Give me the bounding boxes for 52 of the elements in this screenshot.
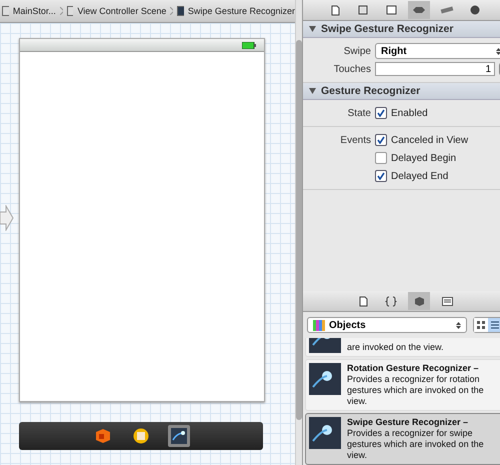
disclosure-triangle-icon[interactable]: [309, 26, 316, 32]
field-label: Touches: [332, 64, 371, 74]
view-mode-button[interactable]: [488, 318, 500, 332]
chevron-icon: [60, 7, 63, 15]
chevron-icon: [170, 7, 174, 15]
checkmark-icon: [377, 172, 385, 180]
library-icon: [313, 320, 325, 330]
touches-field[interactable]: 1: [375, 62, 495, 76]
file-icon: [358, 296, 368, 306]
grid-icon: [477, 321, 485, 329]
checkbox-label: Canceled in View: [391, 134, 468, 146]
field-label: Swipe: [342, 46, 371, 56]
checkmark-icon: [377, 136, 385, 144]
gesture-thumbnail-icon: [309, 338, 341, 353]
checkbox[interactable]: [375, 170, 387, 182]
updown-icon: [496, 46, 500, 56]
checkbox[interactable]: [375, 152, 387, 164]
checkbox-label: Delayed End: [391, 170, 448, 182]
item-description: are invoked on the view.: [347, 342, 444, 353]
checkbox-label: Delayed Begin: [391, 152, 456, 164]
objects-popup[interactable]: Objects: [307, 317, 467, 333]
checkbox-label: Enabled: [391, 108, 428, 118]
checkbox[interactable]: [375, 134, 387, 146]
library-item[interactable]: are invoked on the view.: [305, 338, 500, 357]
square-circle-icon: [133, 428, 149, 444]
checkmark-icon: [377, 109, 385, 117]
breadcrumb-item[interactable]: Swipe Gesture Recognizer: [188, 6, 295, 16]
section-header[interactable]: Swipe Gesture Recognizer: [303, 21, 500, 38]
disclosure-triangle-icon[interactable]: [309, 88, 316, 94]
library-item[interactable]: Swipe Gesture Recognizer – Provides a recognizer for swipe gestures which are invoked on the view.: [305, 413, 500, 465]
dock-item[interactable]: [168, 425, 190, 447]
gesture-thumbnail-icon: [309, 417, 341, 449]
list-icon: [491, 321, 499, 329]
checkbox[interactable]: [375, 107, 387, 119]
battery-icon: [242, 42, 256, 48]
gesture-thumbnail-icon: [309, 363, 341, 395]
section-header[interactable]: Gesture Recognizer: [303, 83, 500, 100]
entry-arrow-icon: [0, 205, 14, 231]
file-icon: [330, 4, 340, 16]
library-item[interactable]: Rotation Gesture Recognizer – Provides a recognizer for rotation gestures which are invoked on the view.: [305, 359, 500, 411]
braces-icon: [385, 296, 397, 306]
item-description: Swipe Gesture Recognizer – Provides a recognizer for swipe gestures which are invoked on the view.: [347, 417, 485, 461]
field-label: State: [346, 108, 371, 118]
breadcrumb-item[interactable]: View Controller Scene: [77, 6, 166, 16]
view-mode-button[interactable]: [474, 318, 488, 332]
scrollbar[interactable]: [296, 40, 302, 420]
field-label: Events: [339, 134, 371, 146]
breadcrumb-item[interactable]: MainStor...: [12, 6, 56, 16]
media-icon: [442, 296, 452, 306]
updown-icon: [456, 320, 461, 330]
item-description: Rotation Gesture Recognizer – Provides a recognizer for rotation gestures which are invoked on the view.: [347, 363, 485, 407]
swipe-popup[interactable]: Right: [375, 43, 500, 59]
